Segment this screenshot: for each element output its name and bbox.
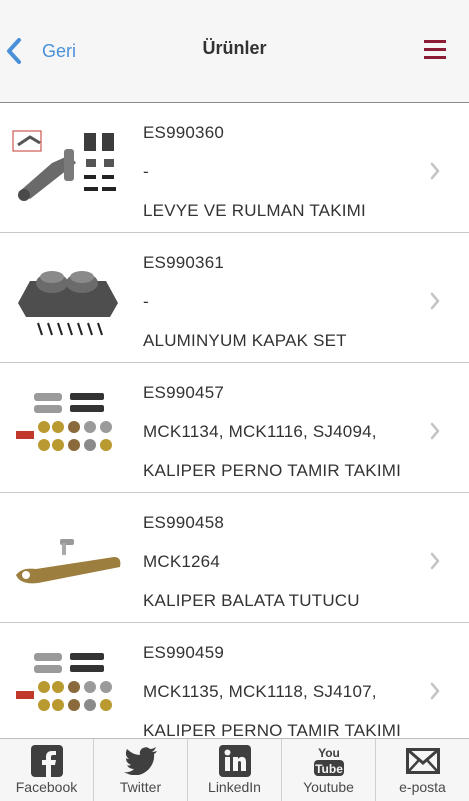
youtube-icon-text: Tube — [315, 762, 343, 776]
tab-label: LinkedIn — [208, 779, 261, 795]
product-row[interactable]: ES990360 - LEVYE VE RULMAN TAKIMI — [0, 103, 469, 233]
product-image — [18, 271, 118, 336]
envelope-icon — [405, 748, 440, 774]
hamburger-icon-bar — [424, 56, 446, 59]
social-tab-bar: Facebook Twitter LinkedIn You Tube Youtu… — [0, 738, 469, 801]
chevron-right-icon — [430, 292, 440, 310]
chevron-right-icon — [430, 422, 440, 440]
chevron-right-icon — [430, 552, 440, 570]
product-refs: MCK1134, MCK1116, SJ4094, — [143, 422, 377, 441]
product-row[interactable]: ES990459 MCK1135, MCK1118, SJ4107, KALIP… — [0, 623, 469, 738]
product-row[interactable]: ES990457 MCK1134, MCK1116, SJ4094, KALIP… — [0, 363, 469, 493]
twitter-icon — [123, 747, 157, 775]
app-header: Geri Ürünler — [0, 0, 469, 103]
hamburger-icon-bar — [424, 48, 446, 51]
product-image — [16, 393, 112, 451]
tab-label: e-posta — [399, 779, 446, 795]
product-code: ES990360 — [143, 123, 225, 142]
menu-button[interactable] — [424, 40, 446, 60]
hamburger-icon-bar — [424, 40, 446, 43]
product-image — [16, 539, 121, 584]
linkedin-icon — [218, 745, 251, 777]
tab-linkedin[interactable]: LinkedIn — [187, 739, 281, 801]
tab-youtube[interactable]: You Tube Youtube — [281, 739, 375, 801]
tab-email[interactable]: e-posta — [375, 739, 469, 801]
product-list: ES990360 - LEVYE VE RULMAN TAKIMI ES9903… — [0, 103, 469, 738]
chevron-right-icon — [430, 682, 440, 700]
youtube-icon-text: You — [318, 746, 340, 760]
tab-label: Youtube — [303, 779, 354, 795]
product-code: ES990457 — [143, 383, 225, 402]
product-code: ES990361 — [143, 253, 225, 272]
product-name: KALIPER PERNO TAMIR TAKIMI — [143, 721, 402, 738]
product-name: KALIPER BALATA TUTUCU — [143, 591, 360, 610]
chevron-right-icon — [430, 162, 440, 180]
product-refs: - — [143, 292, 149, 311]
page-title: Ürünler — [202, 38, 267, 58]
product-refs: - — [143, 162, 149, 181]
tab-label: Twitter — [119, 779, 162, 795]
product-refs: MCK1264 — [143, 552, 220, 571]
tab-twitter[interactable]: Twitter — [93, 739, 187, 801]
product-row[interactable]: ES990361 - ALUMINYUM KAPAK SET — [0, 233, 469, 363]
tab-facebook[interactable]: Facebook — [0, 739, 93, 801]
product-code: ES990459 — [143, 643, 225, 662]
product-row[interactable]: ES990458 MCK1264 KALIPER BALATA TUTUCU — [0, 493, 469, 623]
product-image — [16, 653, 112, 711]
product-code: ES990458 — [143, 513, 225, 532]
product-name: LEVYE VE RULMAN TAKIMI — [143, 201, 366, 220]
product-name: ALUMINYUM KAPAK SET — [143, 331, 347, 350]
product-image — [12, 130, 116, 201]
facebook-icon — [30, 745, 63, 777]
youtube-icon: You Tube — [313, 746, 344, 776]
product-refs: MCK1135, MCK1118, SJ4107, — [143, 682, 377, 701]
product-name: KALIPER PERNO TAMIR TAKIMI — [143, 461, 402, 480]
tab-label: Facebook — [15, 779, 78, 795]
